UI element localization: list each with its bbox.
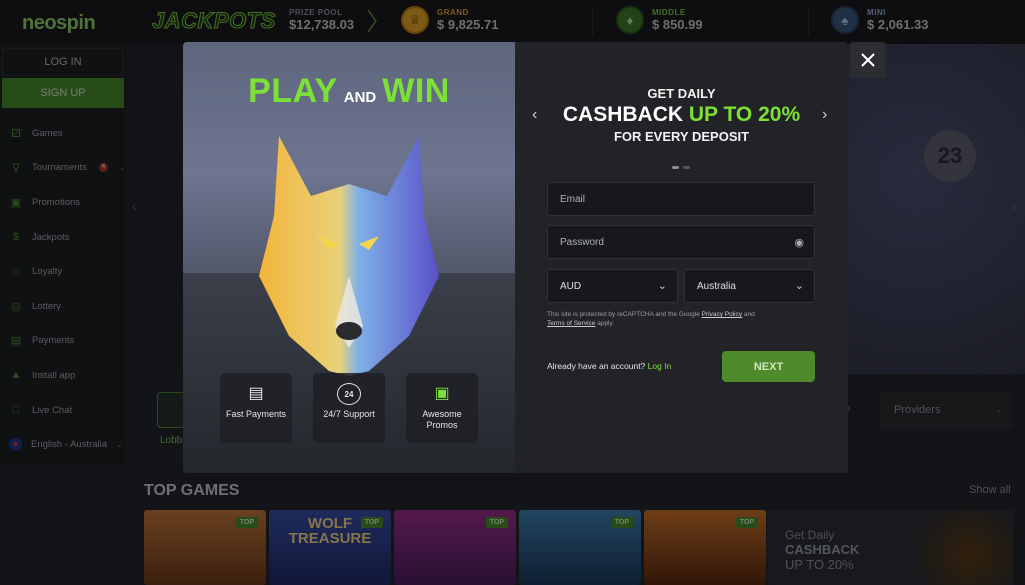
- headline-play: PLAY: [248, 72, 338, 110]
- password-input[interactable]: [560, 237, 760, 248]
- page: neospin JACKPOTS PRIZE POOL $12,738.03 ♕…: [0, 0, 1025, 585]
- country-select[interactable]: Australia ⌄: [684, 269, 815, 303]
- login-link[interactable]: Log In: [648, 361, 672, 371]
- carousel-dot[interactable]: [683, 166, 690, 169]
- close-icon: [861, 53, 875, 67]
- feature-label: Awesome Promos: [422, 409, 462, 430]
- terms-link[interactable]: Terms of Service: [547, 320, 595, 327]
- next-button[interactable]: NEXT: [722, 351, 815, 382]
- recaptcha-text: This site is protected by reCAPTCHA and …: [547, 311, 702, 318]
- signup-modal: PLAY AND WIN ▤ Fast Payments 24 24/7 Sup…: [183, 42, 848, 473]
- chevron-down-icon: ⌄: [657, 280, 667, 292]
- promo-line-3: FOR EVERY DEPOSIT: [613, 129, 750, 144]
- chevron-down-icon: ⌄: [794, 280, 804, 292]
- feature-promos: ▣ Awesome Promos: [406, 373, 478, 443]
- feature-label: Fast Payments: [225, 409, 287, 419]
- headline-win: WIN: [382, 72, 450, 110]
- eye-icon[interactable]: ◉: [794, 236, 804, 249]
- promo-line-1: GET DAILY: [647, 86, 716, 101]
- promo-cashback-text: CASHBACK: [562, 103, 689, 126]
- feature-label: 24/7 Support: [323, 409, 375, 419]
- promo-percent-text: UP TO 20%: [688, 103, 801, 126]
- currency-select[interactable]: AUD ⌄: [547, 269, 678, 303]
- recaptcha-notice: This site is protected by reCAPTCHA and …: [547, 310, 817, 328]
- recaptcha-apply: apply.: [595, 320, 615, 327]
- headline-and: AND: [343, 89, 377, 106]
- modal-headline: PLAY AND WIN: [183, 72, 515, 111]
- privacy-policy-link[interactable]: Privacy Policy: [702, 311, 742, 318]
- recaptcha-and: and: [742, 311, 755, 318]
- carousel-dots: [672, 166, 690, 169]
- modal-form-panel: ‹ › GET DAILY CASHBACK UP TO 20% FOR EVE…: [515, 42, 848, 473]
- password-field[interactable]: ◉: [547, 225, 815, 259]
- email-field[interactable]: [547, 182, 815, 216]
- promo-line-2: CASHBACK UP TO 20%: [515, 103, 848, 127]
- currency-value: AUD: [560, 281, 582, 292]
- cashback-promo: GET DAILY CASHBACK UP TO 20% FOR EVERY D…: [515, 86, 848, 144]
- feature-fast-payments: ▤ Fast Payments: [220, 373, 292, 443]
- country-value: Australia: [697, 281, 736, 292]
- wolf-image: [259, 136, 439, 376]
- support-24-icon: 24: [337, 383, 361, 405]
- login-prompt: Already have an account? Log In: [547, 361, 671, 371]
- feature-support: 24 24/7 Support: [313, 373, 385, 443]
- gift-icon: ▣: [434, 385, 450, 402]
- email-input[interactable]: [560, 194, 760, 205]
- carousel-dot[interactable]: [672, 166, 679, 169]
- close-button[interactable]: [850, 42, 886, 78]
- wallet-icon: ▤: [248, 385, 264, 402]
- modal-promo-art: PLAY AND WIN ▤ Fast Payments 24 24/7 Sup…: [183, 42, 515, 473]
- login-prompt-text: Already have an account?: [547, 361, 648, 371]
